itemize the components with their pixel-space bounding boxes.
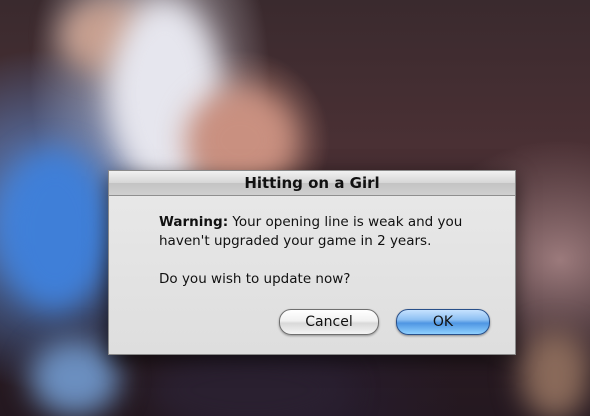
person-right-shape bbox=[520, 330, 590, 416]
dialog-question: Do you wish to update now? bbox=[159, 271, 351, 287]
ok-button[interactable]: OK bbox=[396, 309, 490, 335]
dark-dress-shape bbox=[150, 350, 350, 416]
alert-dialog: Hitting on a Girl Warning: Your opening … bbox=[108, 170, 516, 355]
warning-paragraph: Warning: Your opening line is weak and y… bbox=[159, 213, 479, 251]
cancel-button[interactable]: Cancel bbox=[279, 309, 379, 335]
dialog-titlebar: Hitting on a Girl bbox=[109, 171, 515, 196]
dialog-message: Warning: Your opening line is weak and y… bbox=[159, 213, 479, 289]
warning-label: Warning: bbox=[159, 214, 229, 230]
blue-light-shape bbox=[0, 150, 110, 310]
blue-floor-shape bbox=[30, 340, 120, 416]
